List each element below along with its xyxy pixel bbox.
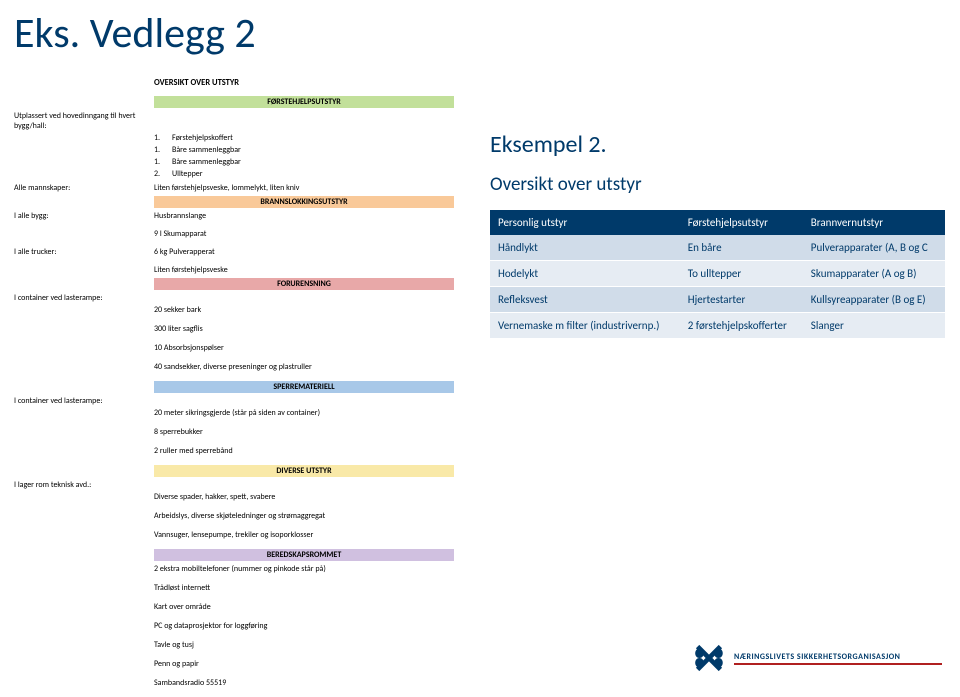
list-text: Båre sammenleggbar [172, 145, 241, 155]
list-item: Vannsuger, lensepumpe, trekiler og isopo… [154, 530, 474, 540]
list-item: 40 sandsekker, diverse preseninger og pl… [154, 362, 474, 372]
list-num: 1. [154, 145, 172, 155]
list-item: Tavle og tusj [154, 640, 474, 650]
row-value: 9 l Skumapparat [154, 229, 206, 239]
list-item: 2 ekstra mobiltelefoner (nummer og pinko… [154, 564, 474, 574]
list-item: 8 sperrebukker [154, 427, 474, 437]
table-cell: Kullsyreapparater (B og E) [803, 287, 945, 313]
list-num: 1. [154, 157, 172, 167]
table-cell: Hjertestarter [680, 287, 803, 313]
list-item: Diverse spader, hakker, spett, svabere [154, 492, 474, 502]
row-value: 6 kg Pulverapperat [154, 247, 215, 257]
list-num: 2. [154, 169, 172, 179]
table-row: Håndlykt En båre Pulverapparater (A, B o… [490, 235, 945, 261]
logo-text: NÆRINGSLIVETS SIKKERHETSORGANISASJON [734, 652, 942, 662]
table-cell: Pulverapparater (A, B og C [803, 235, 945, 261]
list-item: 20 meter sikringsgjerde (står på siden a… [154, 408, 474, 418]
table-header: Førstehjelpsutstyr [680, 210, 803, 235]
page-title: Eks. Vedlegg 2 [0, 0, 960, 59]
table-cell: Refleksvest [490, 287, 680, 313]
table-cell: Håndlykt [490, 235, 680, 261]
section-bar-barriers: SPERREMATERIELL [154, 381, 454, 393]
list-item: Sambandsradio 55519 [154, 678, 474, 688]
list-item: Penn og papir [154, 659, 474, 669]
logo-underline [734, 663, 942, 665]
list-text: Båre sammenleggbar [172, 157, 241, 167]
row-label: I alle trucker: [14, 247, 154, 257]
example-subtitle: Oversikt over utstyr [490, 173, 945, 196]
list-num: 1. [154, 133, 172, 143]
nso-logo: NÆRINGSLIVETS SIKKERHETSORGANISASJON [690, 639, 942, 677]
list-item: 2 ruller med sperrebånd [154, 446, 474, 456]
table-cell: To ulltepper [680, 261, 803, 287]
list-item: 300 liter sagflis [154, 324, 474, 334]
list-item: Arbeidslys, diverse skjøteledninger og s… [154, 511, 474, 521]
s4-intro: I container ved lasterampe: [14, 396, 154, 406]
list-item: 10 Absorbsjonspølser [154, 343, 474, 353]
example-title: Eksempel 2. [490, 130, 945, 159]
table-row: Refleksvest Hjertestarter Kullsyreappara… [490, 287, 945, 313]
section-bar-fire: BRANNSLOKKINGSUTSTYR [154, 196, 454, 208]
section-bar-pollution: FORURENSNING [154, 278, 454, 290]
s5-intro: I lager rom teknisk avd.: [14, 480, 154, 490]
table-cell: Skumapparater (A og B) [803, 261, 945, 287]
list-item: Trådløst internett [154, 583, 474, 593]
left-column: OVERSIKT OVER UTSTYR FØRSTEHJELPSUTSTYR … [14, 78, 474, 697]
mannskap-value: Liten førstehjelpsveske, lommelykt, lite… [154, 183, 299, 193]
table-header: Brannvernutstyr [803, 210, 945, 235]
row-value: Liten førstehjelpsveske [154, 265, 228, 275]
s3-intro: I container ved lasterampe: [14, 293, 154, 303]
row-value: Husbrannslange [154, 211, 206, 221]
table-row: Vernemaske m filter (industrivernp.) 2 f… [490, 313, 945, 339]
list-text: Førstehjelpskoffert [172, 133, 233, 143]
table-cell: Hodelykt [490, 261, 680, 287]
s1-intro: Utplassert ved hovedinngang til hvert by… [14, 111, 154, 131]
overview-heading: OVERSIKT OVER UTSTYR [154, 78, 474, 88]
table-row: Hodelykt To ulltepper Skumapparater (A o… [490, 261, 945, 287]
section-bar-readyroom: BEREDSKAPSROMMET [154, 549, 454, 561]
list-item: Kart over område [154, 602, 474, 612]
section-bar-firstaid: FØRSTEHJELPSUTSTYR [154, 96, 454, 108]
knot-icon [690, 639, 728, 677]
table-cell: Vernemaske m filter (industrivernp.) [490, 313, 680, 339]
list-text: Ulltepper [172, 169, 203, 179]
list-item: PC og dataprosjektor for loggføring [154, 621, 474, 631]
mannskap-label: Alle mannskaper: [14, 183, 154, 193]
equipment-table: Personlig utstyr Førstehjelpsutstyr Bran… [490, 210, 945, 339]
table-cell: 2 førstehjelpskofferter [680, 313, 803, 339]
table-header: Personlig utstyr [490, 210, 680, 235]
list-item: 20 sekker bark [154, 305, 474, 315]
table-cell: En båre [680, 235, 803, 261]
row-label: I alle bygg: [14, 211, 154, 221]
section-bar-misc: DIVERSE UTSTYR [154, 465, 454, 477]
right-column: Eksempel 2. Oversikt over utstyr Personl… [490, 130, 945, 339]
table-cell: Slanger [803, 313, 945, 339]
